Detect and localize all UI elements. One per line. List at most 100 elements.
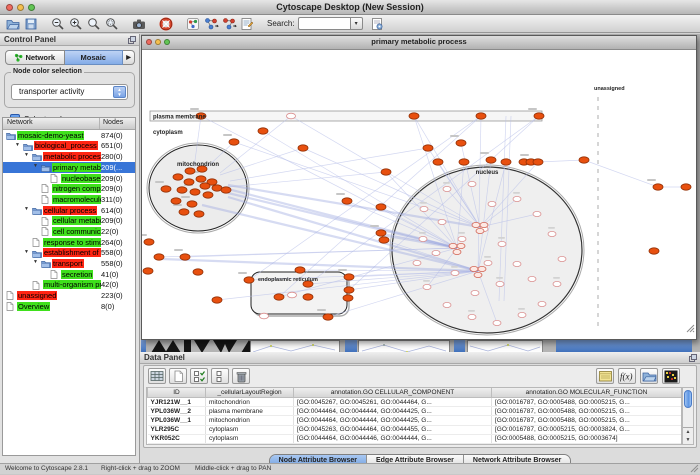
tree-row[interactable]: unassigned223(0) xyxy=(3,290,135,301)
modify-network-icon[interactable] xyxy=(369,16,385,31)
zoom-out-icon[interactable] xyxy=(50,16,66,31)
gene-node[interactable] xyxy=(298,145,308,151)
gene-node[interactable] xyxy=(161,186,171,192)
gene-node[interactable] xyxy=(548,231,556,236)
gene-node[interactable] xyxy=(496,281,504,286)
gene-node[interactable] xyxy=(185,168,195,174)
zoom-button[interactable] xyxy=(28,4,35,11)
gene-node[interactable] xyxy=(468,181,476,186)
gene-node[interactable] xyxy=(458,236,466,241)
gene-node[interactable] xyxy=(681,184,691,190)
table-row[interactable]: YPL036W__1mitochondrion[GO:0044464, GO:0… xyxy=(148,416,682,425)
gene-node[interactable] xyxy=(476,113,486,119)
float-panel-icon[interactable] xyxy=(128,36,136,46)
matrix-view-icon[interactable] xyxy=(662,368,680,384)
gene-node[interactable] xyxy=(260,313,269,319)
close-button[interactable] xyxy=(146,39,152,45)
gene-node[interactable] xyxy=(244,277,254,283)
expander-icon[interactable]: ▼ xyxy=(24,249,29,255)
tree-row[interactable]: ▼cellular process614(0) xyxy=(3,205,135,216)
tree-row[interactable]: nitrogen compo209(0) xyxy=(3,183,135,194)
gene-node[interactable] xyxy=(533,211,541,216)
table-cell[interactable]: cytoplasm xyxy=(206,425,294,434)
table-cell[interactable]: [GO:0016787, GO:0005488, GO:0005215, G..… xyxy=(492,443,682,445)
gene-node[interactable] xyxy=(143,268,153,274)
gene-node[interactable] xyxy=(433,159,443,165)
resize-grip-icon[interactable] xyxy=(686,320,695,338)
tree-row[interactable]: multi-organism pro42(0) xyxy=(3,280,135,291)
gene-node[interactable] xyxy=(443,302,451,307)
tree-row[interactable]: ▼transport558(0) xyxy=(3,258,135,269)
table-cell[interactable]: [GO:0044464, GO:0044444, GO:0044425, G..… xyxy=(294,416,492,425)
gene-node[interactable] xyxy=(453,249,461,254)
zoom-fit-icon[interactable] xyxy=(86,16,102,31)
select-attributes-icon[interactable] xyxy=(190,368,208,384)
resize-grip-icon[interactable] xyxy=(690,464,699,475)
gene-node[interactable] xyxy=(501,159,511,165)
gene-node[interactable] xyxy=(379,237,389,243)
gene-node[interactable] xyxy=(423,284,431,289)
scrollbar-thumb[interactable] xyxy=(684,390,692,408)
table-cell[interactable]: YJR121W__1 xyxy=(148,398,206,407)
gene-node[interactable] xyxy=(513,196,521,201)
tree-row[interactable]: ▼metabolic process280(0) xyxy=(3,151,135,162)
expander-icon[interactable]: ▼ xyxy=(33,163,38,169)
scroll-up-icon[interactable]: ▲ xyxy=(683,428,693,436)
table-cell[interactable]: [GO:0016787, GO:0005488, GO:0005215, G..… xyxy=(492,398,682,407)
tree-row[interactable]: cell communicat22(0) xyxy=(3,226,135,237)
tree-row[interactable]: mosaic-demo-yeast874(0) xyxy=(3,130,135,141)
tab-network[interactable]: Network xyxy=(5,50,65,65)
zoom-button[interactable] xyxy=(164,39,170,45)
save-session-icon[interactable] xyxy=(23,16,39,31)
gene-node[interactable] xyxy=(533,159,543,165)
gene-node[interactable] xyxy=(488,201,496,206)
table-row[interactable]: YKR052Ccytoplasm[GO:0044464, GO:0044446,… xyxy=(148,434,682,443)
table-cell[interactable]: [GO:0005488, GO:0005215, GO:0003674] xyxy=(492,434,682,443)
layout-network-icon[interactable] xyxy=(203,16,219,31)
gene-node[interactable] xyxy=(212,185,222,191)
tree-column-nodes[interactable]: Nodes xyxy=(103,119,123,126)
gene-node[interactable] xyxy=(653,184,663,190)
tree-row[interactable]: cellular metabo209(0) xyxy=(3,216,135,227)
gene-node[interactable] xyxy=(381,169,391,175)
table-cell[interactable]: YPL036W__1 xyxy=(148,416,206,425)
gene-node[interactable] xyxy=(287,113,296,119)
table-row[interactable]: YLR295Ccytoplasm[GO:0045263, GO:0044464,… xyxy=(148,425,682,434)
minimize-button[interactable] xyxy=(17,4,24,11)
unselect-attributes-icon[interactable] xyxy=(211,368,229,384)
gene-node[interactable] xyxy=(472,222,480,227)
gene-node[interactable] xyxy=(518,312,526,317)
gene-node[interactable] xyxy=(468,314,476,319)
gene-node[interactable] xyxy=(649,248,659,254)
gene-node[interactable] xyxy=(470,266,478,271)
gene-node[interactable] xyxy=(303,294,313,300)
table-cell[interactable]: [GO:0045267, GO:0045261, GO:0044464, G..… xyxy=(294,398,492,407)
gene-node[interactable] xyxy=(513,261,521,266)
attribute-notepad-icon[interactable] xyxy=(596,368,614,384)
gene-node[interactable] xyxy=(376,230,386,236)
table-cell[interactable]: [GO:0016787, GO:0005488, GO:0005215, G..… xyxy=(492,416,682,425)
open-file-icon[interactable] xyxy=(5,16,21,31)
table-cell[interactable]: [GO:0044464, GO:0044444, GO:0044425, G..… xyxy=(294,443,492,445)
combobox-stepper-icon[interactable]: ▲▼ xyxy=(113,86,126,98)
gene-node[interactable] xyxy=(180,254,190,260)
table-cell[interactable]: mitochondrion xyxy=(206,416,294,425)
network-canvas[interactable]: plasma membranecytoplasmmitochondrionnuc… xyxy=(142,49,696,339)
gene-node[interactable] xyxy=(534,113,544,119)
table-scrollbar[interactable]: ▲ ▼ xyxy=(682,387,694,445)
zoom-selected-icon[interactable] xyxy=(104,16,120,31)
tree-row[interactable]: secretion41(0) xyxy=(3,269,135,280)
table-row[interactable]: YPL036W__2plasma membrane[GO:0044464, GO… xyxy=(148,407,682,416)
gene-node[interactable] xyxy=(480,222,488,227)
edit-panel-icon[interactable] xyxy=(239,16,255,31)
gene-node[interactable] xyxy=(177,187,187,193)
gene-node[interactable] xyxy=(558,256,566,261)
expander-icon[interactable]: ▼ xyxy=(24,152,29,158)
gene-node[interactable] xyxy=(154,254,164,260)
table-row[interactable]: YJR121W__1mitochondrion[GO:0045267, GO:0… xyxy=(148,398,682,407)
snapshot-icon[interactable] xyxy=(131,16,147,31)
tree-row[interactable]: macromolecule311(0) xyxy=(3,194,135,205)
table-cell[interactable]: mitochondrion xyxy=(206,443,294,445)
gene-node[interactable] xyxy=(474,272,482,277)
tree-row[interactable]: response to stimulu264(0) xyxy=(3,237,135,248)
